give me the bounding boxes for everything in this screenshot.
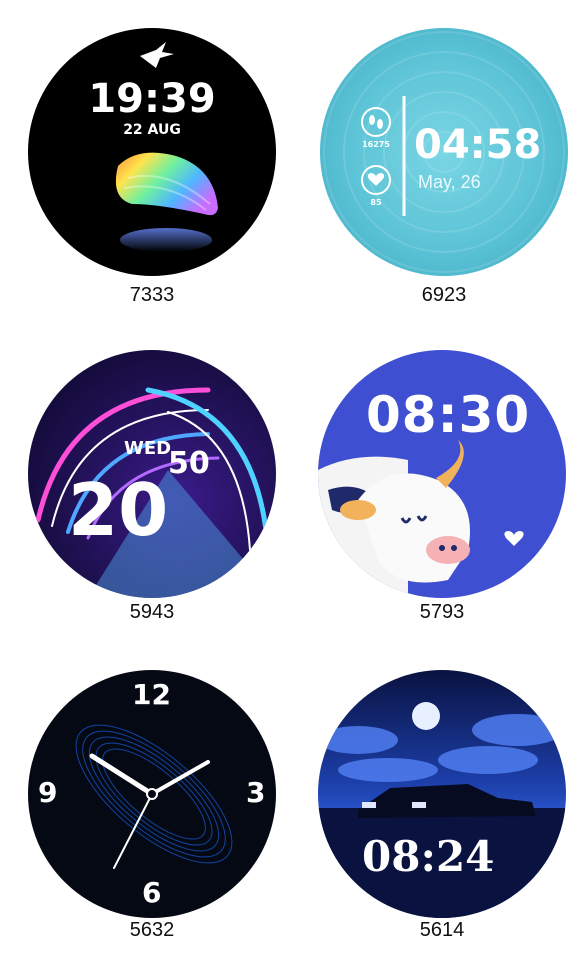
heart-icon: [504, 531, 524, 546]
date-display: 22 AUG: [123, 122, 181, 138]
watchface-5632[interactable]: 12 3 6 9: [28, 670, 276, 918]
moon-icon: [412, 702, 440, 730]
time-display: 19:39: [88, 76, 216, 122]
watchface-7333[interactable]: 19:39 22 AUG: [28, 28, 276, 276]
watchface-7333-art: [115, 42, 218, 252]
car-silhouette: [358, 784, 536, 818]
brand-logo-icon: [140, 42, 174, 68]
day-display: WED: [124, 438, 172, 459]
minute-hand: [150, 760, 210, 796]
watchface-id-label: 6923: [421, 284, 467, 306]
watchface-id-label: 5793: [419, 601, 465, 623]
watchface-id-label: 5943: [129, 601, 175, 623]
date-display: May, 26: [418, 172, 481, 192]
footsteps-icon: [369, 115, 383, 129]
heart-rate: 85: [370, 198, 382, 207]
watchface-5793[interactable]: 08:30: [318, 350, 566, 598]
watchface-5614[interactable]: 08:24: [318, 670, 566, 918]
numeral-3: 3: [246, 776, 266, 809]
hour-display: 20: [68, 468, 169, 552]
numeral-9: 9: [38, 776, 58, 809]
watchface-id-label: 5632: [129, 919, 175, 941]
numeral-12: 12: [132, 678, 171, 711]
watchface-id-label: 5614: [419, 919, 465, 941]
watchface-6923[interactable]: 16275 85 04:58 May, 26: [320, 28, 568, 276]
time-display: 04:58: [414, 122, 542, 168]
minute-display: 50: [168, 446, 210, 481]
time-display: 08:24: [362, 832, 495, 881]
watchface-5943[interactable]: WED 50 20: [28, 350, 276, 598]
second-hand: [113, 793, 153, 869]
shell-graphic: [115, 152, 218, 216]
watchface-id-label: 7333: [129, 284, 175, 306]
time-display: 08:30: [366, 386, 531, 444]
steps-count: 16275: [362, 140, 390, 149]
numeral-6: 6: [142, 876, 162, 909]
